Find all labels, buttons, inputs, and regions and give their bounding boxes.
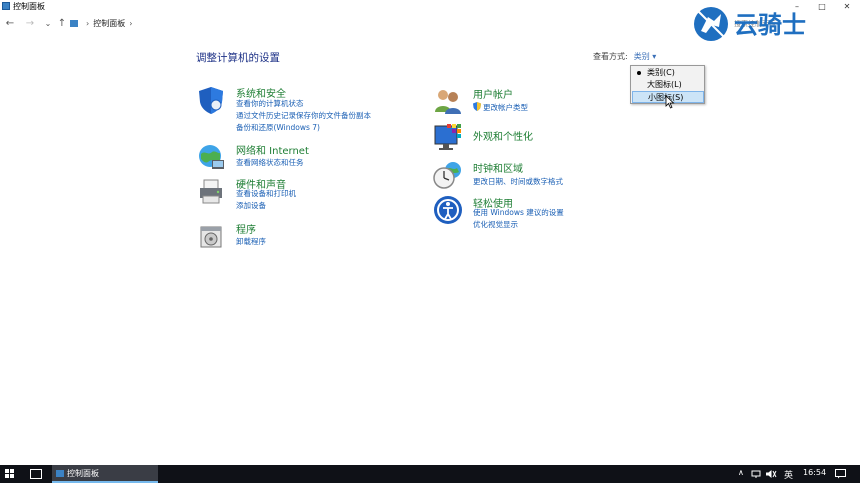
control-panel-icon bbox=[56, 470, 64, 477]
ime-indicator[interactable]: 英 bbox=[784, 468, 793, 481]
category-link[interactable]: 更改日期、时间或数字格式 bbox=[473, 176, 563, 187]
volume-icon[interactable] bbox=[765, 469, 777, 479]
category-network: 网络和 Internet 查看网络状态和任务 bbox=[196, 142, 426, 172]
category-link[interactable]: 通过文件历史记录保存你的文件备份副本 bbox=[236, 110, 371, 121]
category-link[interactable]: 添加设备 bbox=[236, 200, 266, 211]
control-panel-icon bbox=[2, 2, 10, 10]
category-link[interactable]: 备份和还原(Windows 7) bbox=[236, 122, 320, 133]
category-link[interactable]: 查看网络状态和任务 bbox=[236, 157, 304, 168]
printer-icon bbox=[200, 179, 222, 204]
page-title: 调整计算机的设置 bbox=[196, 52, 280, 64]
radio-bullet-icon bbox=[637, 71, 641, 75]
category-hardware-sound: 硬件和声音 查看设备和打印机 添加设备 bbox=[196, 176, 426, 212]
view-by-label: 查看方式: bbox=[593, 52, 628, 61]
watermark-text: 云骑士 bbox=[734, 11, 806, 39]
monitor-palette-icon bbox=[434, 124, 461, 150]
view-by-dropdown[interactable]: 类别 ▾ bbox=[634, 52, 657, 61]
window-title: 控制面板 bbox=[13, 2, 45, 11]
breadcrumb-control-panel[interactable]: 控制面板 bbox=[93, 19, 125, 28]
users-icon bbox=[435, 90, 461, 114]
recent-locations-button[interactable]: ⌄ bbox=[42, 17, 54, 31]
taskbar-app-label: 控制面板 bbox=[67, 469, 99, 478]
category-link[interactable]: 查看设备和打印机 bbox=[236, 188, 296, 199]
shield-icon bbox=[199, 87, 223, 114]
up-button[interactable]: ↑ bbox=[56, 17, 68, 31]
start-button[interactable] bbox=[5, 469, 15, 479]
tray-overflow-button[interactable]: ∧ bbox=[738, 468, 744, 477]
category-user-accounts: 用户帐户 更改帐户类型 bbox=[433, 86, 663, 116]
taskbar: 控制面板 ∧ 英 16:54 bbox=[0, 465, 860, 483]
menu-item-label: 类别(C) bbox=[647, 68, 675, 77]
clock[interactable]: 16:54 bbox=[803, 468, 826, 477]
view-by: 查看方式: 类别 ▾ bbox=[593, 51, 656, 62]
ease-of-access-icon bbox=[434, 196, 462, 224]
category-system-security: 系统和安全 查看你的计算机状态 通过文件历史记录保存你的文件备份副本 备份和还原… bbox=[196, 85, 426, 133]
notification-icon[interactable] bbox=[835, 469, 846, 479]
category-link[interactable]: 优化视觉显示 bbox=[473, 219, 518, 230]
breadcrumb-separator: › bbox=[86, 19, 90, 28]
taskbar-app-control-panel[interactable]: 控制面板 bbox=[52, 465, 158, 483]
category-link[interactable]: 更改帐户类型 bbox=[483, 102, 528, 113]
uac-shield-icon bbox=[473, 102, 481, 111]
knight-logo-icon: 云骑士 bbox=[694, 7, 806, 41]
breadcrumb-separator: › bbox=[129, 19, 133, 28]
category-programs: 程序 卸载程序 bbox=[196, 221, 426, 251]
category-heading[interactable]: 用户帐户 bbox=[473, 86, 513, 101]
category-link[interactable]: 使用 Windows 建议的设置 bbox=[473, 207, 564, 218]
network-globe-icon bbox=[199, 145, 224, 169]
category-heading[interactable]: 时钟和区域 bbox=[473, 160, 523, 175]
menu-item-category[interactable]: 类别(C) bbox=[632, 67, 704, 79]
clock-globe-icon bbox=[433, 162, 461, 189]
address-field[interactable]: › 控制面板 › bbox=[70, 17, 690, 31]
programs-disc-icon bbox=[200, 226, 222, 248]
forward-button[interactable]: → bbox=[24, 17, 36, 31]
category-heading[interactable]: 外观和个性化 bbox=[473, 128, 533, 143]
task-view-button[interactable] bbox=[30, 469, 42, 479]
back-button[interactable]: ← bbox=[4, 17, 16, 31]
mouse-cursor-icon bbox=[665, 95, 675, 109]
category-link[interactable]: 查看你的计算机状态 bbox=[236, 98, 304, 109]
category-heading[interactable]: 网络和 Internet bbox=[236, 142, 309, 157]
category-clock-region: 时钟和区域 更改日期、时间或数字格式 bbox=[433, 160, 663, 190]
category-link[interactable]: 卸载程序 bbox=[236, 236, 266, 247]
control-panel-icon bbox=[70, 20, 78, 27]
network-tray-icon[interactable] bbox=[751, 469, 761, 479]
category-ease-of-access: 轻松使用 使用 Windows 建议的设置 优化视觉显示 bbox=[433, 195, 663, 231]
category-heading[interactable]: 程序 bbox=[236, 221, 256, 236]
category-appearance: 外观和个性化 bbox=[433, 122, 663, 152]
